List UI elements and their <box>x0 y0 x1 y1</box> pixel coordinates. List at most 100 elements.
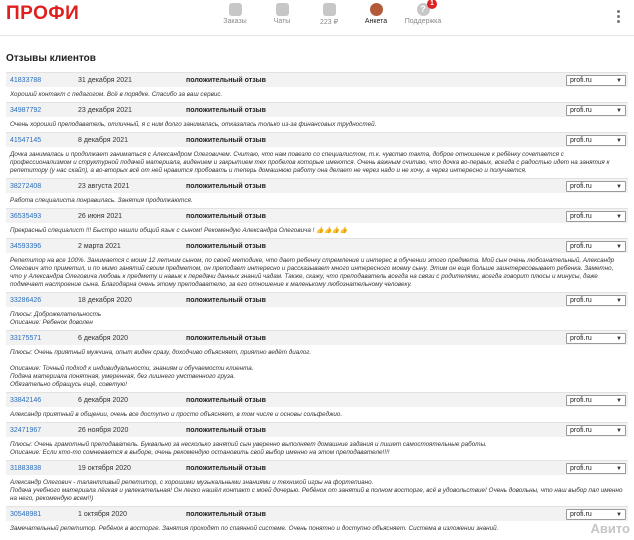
review-id-link[interactable]: 38272408 <box>10 179 41 194</box>
review-source-select[interactable]: profi.ru ▼ <box>566 395 626 406</box>
review-source-select[interactable]: profi.ru ▼ <box>566 295 626 306</box>
review-id-link[interactable]: 33842146 <box>10 393 41 408</box>
chevron-down-icon: ▼ <box>616 512 622 518</box>
nav-profile[interactable]: Анкета <box>351 2 401 25</box>
review-id-link[interactable]: 31883838 <box>10 461 41 476</box>
review-source-value: profi.ru <box>570 77 592 84</box>
review-date: 23 августа 2021 <box>78 183 130 190</box>
review-source-value: profi.ru <box>570 511 592 518</box>
review-text: Хороший контакт с педагогом. Всё в поряд… <box>10 91 223 98</box>
review-id-link[interactable]: 41547145 <box>10 133 41 148</box>
review-text: Плюсы: Очень грамотный преподаватель. Бу… <box>10 441 487 456</box>
nav-balance[interactable]: 223 ₽ <box>304 2 354 26</box>
review-text: Плюсы: Доброжелательность Описание: Ребе… <box>10 311 102 326</box>
review-source-select[interactable]: profi.ru ▼ <box>566 425 626 436</box>
review-source-value: profi.ru <box>570 137 592 144</box>
review-id-link[interactable]: 33175571 <box>10 331 41 346</box>
review-source-select[interactable]: profi.ru ▼ <box>566 211 626 222</box>
wallet-icon <box>322 3 336 16</box>
review-source-select[interactable]: profi.ru ▼ <box>566 135 626 146</box>
review-header-row: 38272408 23 августа 2021 положительный отз… <box>6 178 628 193</box>
review-date: 26 ноября 2020 <box>78 427 129 434</box>
review-source-select[interactable]: profi.ru ▼ <box>566 181 626 192</box>
review-source-value: profi.ru <box>570 465 592 472</box>
review-id-link[interactable]: 33286426 <box>10 293 41 308</box>
chevron-down-icon: ▼ <box>616 138 622 144</box>
support-notification-badge: 1 <box>427 0 437 9</box>
review-type: положительный отзыв <box>186 77 266 84</box>
nav-chats-label: Чаты <box>273 18 291 25</box>
nav-profile-label: Анкета <box>364 18 388 25</box>
review-header-row: 32471967 26 ноября 2020 положительный отзы… <box>6 422 628 437</box>
review-id-link[interactable]: 34593396 <box>10 239 41 254</box>
chat-icon <box>275 3 289 16</box>
more-menu-icon[interactable] <box>610 8 626 26</box>
chevron-down-icon: ▼ <box>616 244 622 250</box>
review-text: Замечательный репетитор. Ребёнок в восто… <box>10 525 499 532</box>
review-date: 2 марта 2021 <box>78 243 121 250</box>
review-date: 1 октября 2020 <box>78 511 127 518</box>
review-source-select[interactable]: profi.ru ▼ <box>566 105 626 116</box>
review-source-value: profi.ru <box>570 297 592 304</box>
review-source-value: profi.ru <box>570 335 592 342</box>
nav-orders[interactable]: Заказы <box>210 2 260 25</box>
page-title: Отзывы клиентов <box>6 53 96 64</box>
nav-balance-label: 223 ₽ <box>319 19 339 26</box>
review-date: 19 октября 2020 <box>78 465 131 472</box>
review-type: положительный отзыв <box>186 137 266 144</box>
review-header-row: 41833788 31 декабря 2021 положительный отз… <box>6 72 628 87</box>
nav-support-label: Поддержка <box>404 18 442 25</box>
review-text: Очень хороший преподаватель, отличный, я… <box>10 121 377 128</box>
review-id-link[interactable]: 36535493 <box>10 209 41 224</box>
main-nav: Заказы Чаты 223 ₽ Анкета 1 Поддержка <box>0 0 634 34</box>
chevron-down-icon: ▼ <box>616 428 622 434</box>
nav-orders-label: Заказы <box>223 18 247 25</box>
review-source-select[interactable]: profi.ru ▼ <box>566 509 626 520</box>
review-header-row: 33286426 18 декабря 2020 положительный отз… <box>6 292 628 307</box>
review-type: положительный отзыв <box>186 397 266 404</box>
review-source-select[interactable]: profi.ru ▼ <box>566 333 626 344</box>
review-header-row: 33175571 6 декабря 2020 положительный отзы… <box>6 330 628 345</box>
chevron-down-icon: ▼ <box>616 398 622 404</box>
review-type: положительный отзыв <box>186 243 266 250</box>
review-source-select[interactable]: profi.ru ▼ <box>566 75 626 86</box>
review-type: положительный отзыв <box>186 335 266 342</box>
review-type: положительный отзыв <box>186 107 266 114</box>
watermark: Авито <box>590 521 630 536</box>
review-header-row: 36535493 26 июня 2021 положительный отзыв p… <box>6 208 628 223</box>
chevron-down-icon: ▼ <box>616 336 622 342</box>
review-date: 23 декабря 2021 <box>78 107 132 114</box>
chevron-down-icon: ▼ <box>616 298 622 304</box>
review-id-link[interactable]: 41833788 <box>10 73 41 88</box>
nav-support[interactable]: 1 Поддержка <box>398 0 448 25</box>
review-header-row: 33842146 6 декабря 2020 положительный отзы… <box>6 392 628 407</box>
review-id-link[interactable]: 32471967 <box>10 423 41 438</box>
review-text: Работа специалиста понравилась. Занятия … <box>10 197 193 204</box>
review-source-value: profi.ru <box>570 213 592 220</box>
chevron-down-icon: ▼ <box>616 78 622 84</box>
review-header-row: 30548981 1 октября 2020 положительный отзы… <box>6 506 628 521</box>
review-source-select[interactable]: profi.ru ▼ <box>566 241 626 252</box>
review-type: положительный отзыв <box>186 297 266 304</box>
review-type: положительный отзыв <box>186 213 266 220</box>
review-header-row: 41547145 8 декабря 2021 положительный отзы… <box>6 132 628 147</box>
review-text: Александр приятный в общении, очень все … <box>10 411 343 418</box>
review-source-select[interactable]: profi.ru ▼ <box>566 463 626 474</box>
review-date: 26 июня 2021 <box>78 213 123 220</box>
review-header-row: 34987792 23 декабря 2021 положительный отз… <box>6 102 628 117</box>
review-date: 8 декабря 2021 <box>78 137 129 144</box>
review-type: положительный отзыв <box>186 511 266 518</box>
review-id-link[interactable]: 30548981 <box>10 507 41 522</box>
review-type: положительный отзыв <box>186 427 266 434</box>
review-type: положительный отзыв <box>186 465 266 472</box>
review-source-value: profi.ru <box>570 397 592 404</box>
chevron-down-icon: ▼ <box>616 214 622 220</box>
chevron-down-icon: ▼ <box>616 108 622 114</box>
review-header-row: 31883838 19 октября 2020 положительный отз… <box>6 460 628 475</box>
chevron-down-icon: ▼ <box>616 184 622 190</box>
review-id-link[interactable]: 34987792 <box>10 103 41 118</box>
review-source-value: profi.ru <box>570 243 592 250</box>
review-date: 6 декабря 2020 <box>78 397 129 404</box>
review-date: 31 декабря 2021 <box>78 77 132 84</box>
nav-chats[interactable]: Чаты <box>257 2 307 25</box>
